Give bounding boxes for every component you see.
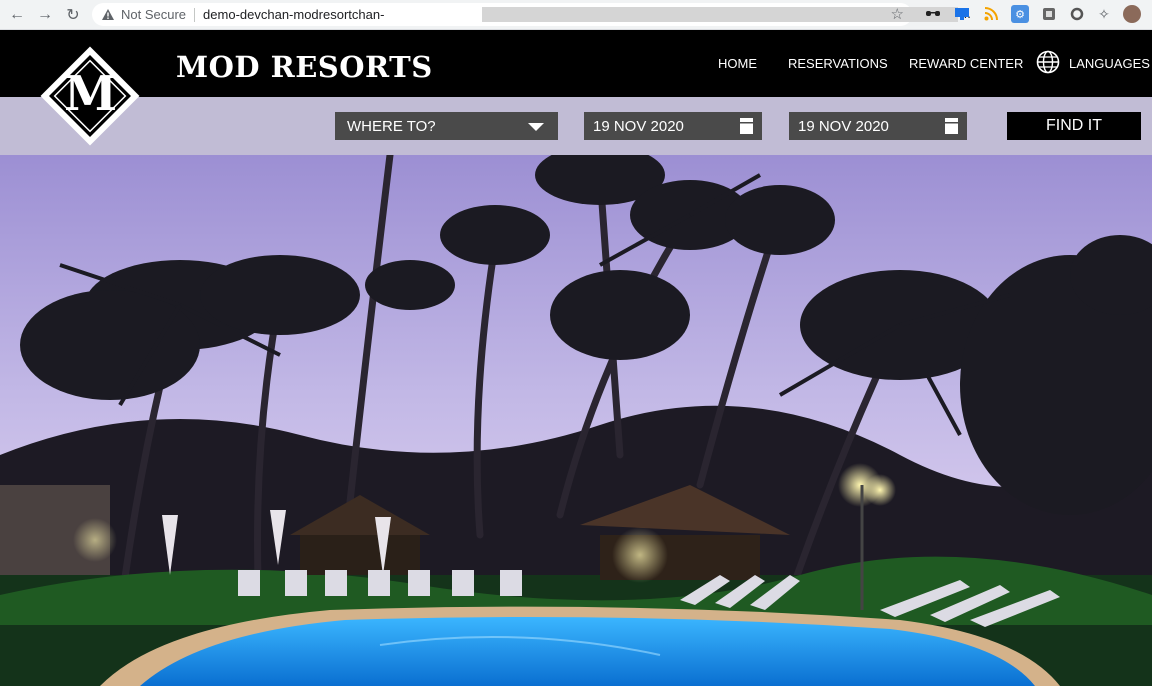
search-bar	[0, 97, 1152, 155]
divider	[194, 7, 196, 22]
address-bar[interactable]: Not Secure demo-devchan-modresortchan- .…	[92, 3, 971, 26]
forward-arrow-icon[interactable]: →	[34, 4, 56, 26]
warning-icon[interactable]	[101, 8, 115, 22]
brand-title[interactable]: MOD RESORTS	[176, 50, 433, 84]
nav-reservations[interactable]: RESERVATIONS	[788, 56, 888, 71]
nav-languages[interactable]: LANGUAGES	[1069, 56, 1150, 71]
screen-extension-icon[interactable]	[953, 5, 971, 23]
security-label[interactable]: Not Secure	[121, 7, 186, 22]
calendar-icon[interactable]	[740, 118, 753, 134]
find-it-button[interactable]: FIND IT	[1007, 112, 1141, 140]
nav-home[interactable]: HOME	[718, 56, 757, 71]
checkin-date-field[interactable]: 19 NOV 2020	[584, 112, 762, 140]
chevron-down-icon	[528, 123, 544, 131]
profile-avatar[interactable]	[1123, 5, 1141, 23]
circle-extension-icon[interactable]	[1068, 5, 1086, 23]
globe-icon[interactable]	[1036, 50, 1060, 74]
checkout-date-value: 19 NOV 2020	[798, 117, 889, 135]
incognito-extension-icon[interactable]	[924, 5, 942, 23]
translate-extension-icon[interactable]: ⚙	[1011, 5, 1029, 23]
logo-letter: M	[64, 66, 118, 122]
url-text[interactable]: demo-devchan-modresortchan-	[203, 7, 384, 22]
puzzle-extensions-icon[interactable]: ✧	[1095, 5, 1113, 23]
checkout-date-field[interactable]: 19 NOV 2020	[789, 112, 967, 140]
hero-image	[0, 155, 1152, 686]
reload-icon[interactable]: ↻	[62, 4, 84, 26]
checkin-date-value: 19 NOV 2020	[593, 117, 684, 135]
nav-reward-center[interactable]: REWARD CENTER	[909, 56, 1023, 71]
url-redacted	[482, 7, 958, 22]
destination-select[interactable]: WHERE TO?	[335, 112, 558, 140]
rss-extension-icon[interactable]	[982, 5, 1000, 23]
screenshot-extension-icon[interactable]	[1040, 5, 1058, 23]
back-arrow-icon[interactable]: ←	[6, 4, 28, 26]
calendar-icon[interactable]	[945, 118, 958, 134]
destination-value: WHERE TO?	[347, 117, 436, 135]
browser-toolbar: ← → ↻ Not Secure demo-devchan-modresortc…	[0, 0, 1152, 30]
bookmark-star-icon[interactable]: ☆	[891, 5, 904, 23]
